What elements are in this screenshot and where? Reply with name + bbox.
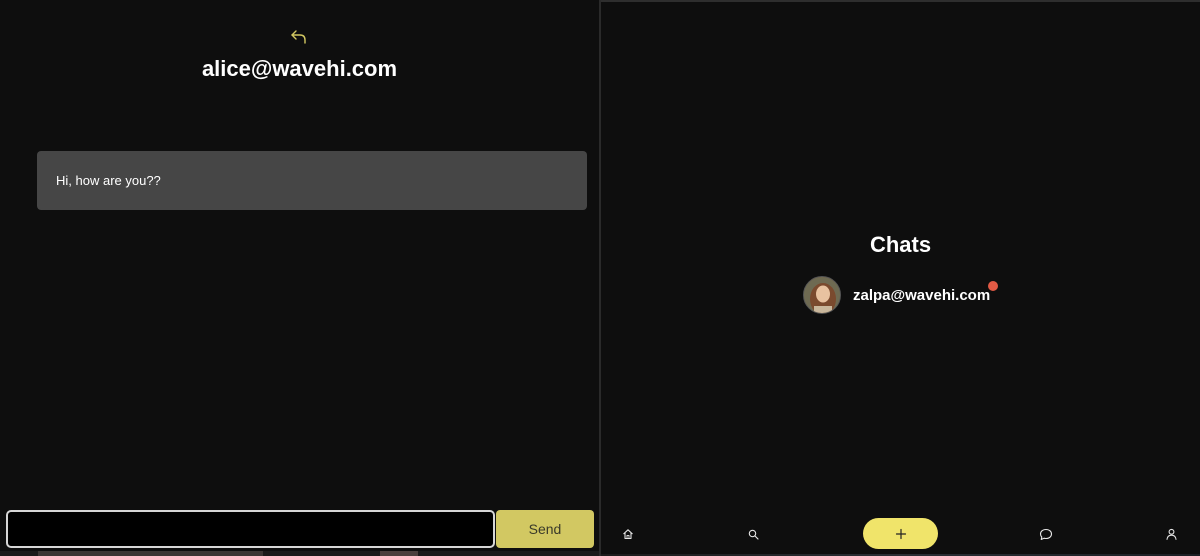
chat-bubble-icon xyxy=(1039,528,1053,540)
send-button[interactable]: Send xyxy=(496,510,594,548)
chat-list-item[interactable]: zalpa@wavehi.com xyxy=(803,275,990,315)
avatar xyxy=(803,276,841,314)
bottom-nav xyxy=(601,514,1200,554)
new-chat-button[interactable] xyxy=(863,518,938,549)
chats-heading: Chats xyxy=(869,232,932,257)
chats-window: Chats zalpa@wavehi.com xyxy=(601,0,1200,556)
message-bubble: Hi, how are you?? xyxy=(37,151,587,210)
nav-profile[interactable] xyxy=(1162,514,1180,554)
search-icon xyxy=(748,529,759,540)
chat-window: alice@wavehi.com Hi, how are you?? Send xyxy=(0,0,599,556)
plus-icon xyxy=(895,528,906,539)
nav-search[interactable] xyxy=(744,514,762,554)
message-input[interactable] xyxy=(6,510,495,548)
back-arrow-icon xyxy=(291,30,306,44)
taskbar-strip xyxy=(0,551,599,556)
nav-chats[interactable] xyxy=(1037,514,1055,554)
chat-contact-name: zalpa@wavehi.com xyxy=(853,286,991,304)
unread-badge xyxy=(988,281,998,291)
chat-title: alice@wavehi.com xyxy=(201,56,398,81)
home-icon xyxy=(623,529,633,540)
avatar-photo-icon xyxy=(804,277,840,313)
back-button[interactable] xyxy=(288,26,310,48)
nav-home[interactable] xyxy=(619,514,637,554)
message-text: Hi, how are you?? xyxy=(56,173,161,188)
user-icon xyxy=(1165,528,1177,540)
